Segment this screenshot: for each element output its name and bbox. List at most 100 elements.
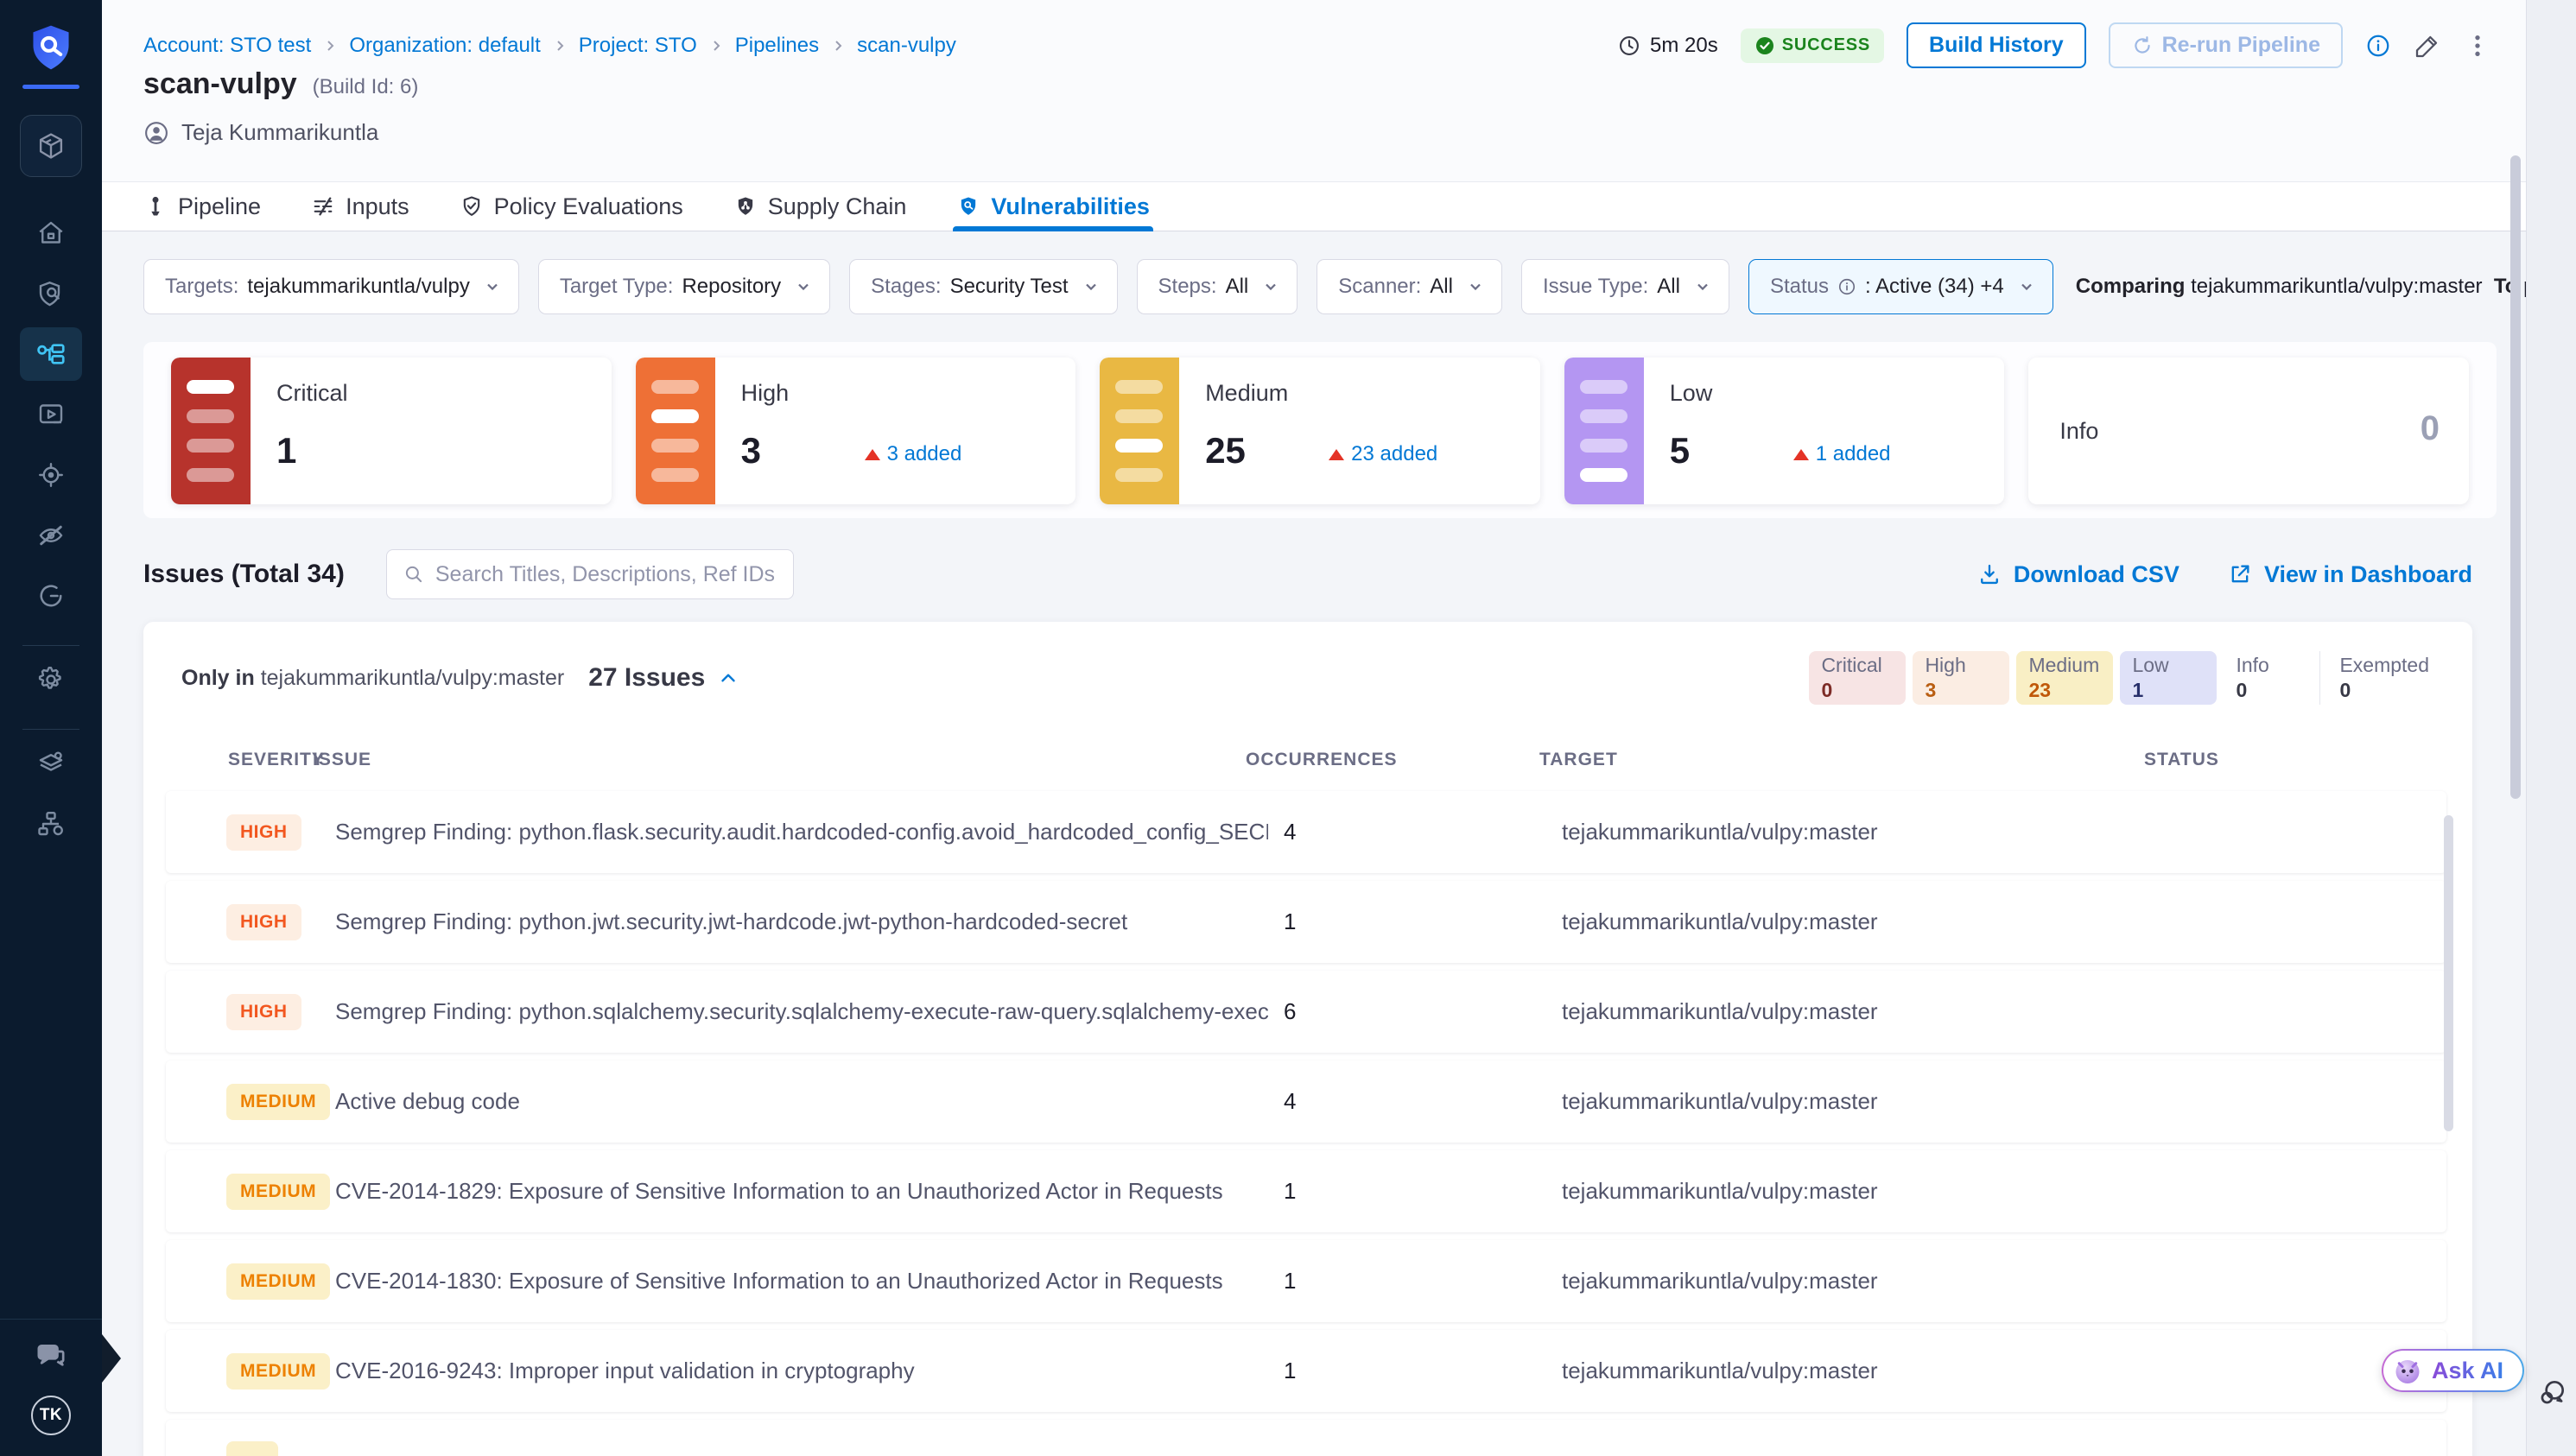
occurrences-value: 1: [1268, 908, 1562, 935]
filter-issue-type[interactable]: Issue Type:All: [1521, 259, 1729, 314]
medium-added: 23 added: [1329, 442, 1437, 466]
card-critical: Critical 1: [171, 358, 612, 504]
issue-title: Semgrep Finding: python.sqlalchemy.secur…: [335, 998, 1268, 1025]
triangle-up-icon: [865, 449, 880, 460]
cube-icon: [35, 130, 67, 162]
chevron-down-icon: [1694, 278, 1711, 295]
chip-info[interactable]: Info0: [2224, 651, 2320, 705]
tab-pipeline[interactable]: Pipeline: [143, 182, 261, 231]
filter-status[interactable]: Status : Active (34) +4: [1748, 259, 2053, 314]
search-input[interactable]: [435, 562, 777, 587]
filter-steps[interactable]: Steps:All: [1137, 259, 1298, 314]
eye-off-icon: [35, 520, 67, 551]
view-in-dashboard-link[interactable]: View in Dashboard: [2228, 561, 2472, 588]
user-avatar[interactable]: TK: [31, 1396, 71, 1435]
sidebar-item-targets[interactable]: [20, 448, 82, 502]
chip-low[interactable]: Low1: [2120, 651, 2217, 705]
module-selector-button[interactable]: [20, 115, 82, 177]
edit-pipeline-icon[interactable]: [2414, 32, 2441, 60]
card-medium: Medium 25 23 added: [1100, 358, 1540, 504]
support-chat-icon[interactable]: [2535, 1377, 2568, 1409]
help-chat-icon[interactable]: ?: [34, 1339, 68, 1373]
sidebar-item-governance[interactable]: [20, 797, 82, 851]
pipelines-icon: [35, 338, 67, 370]
more-options-icon[interactable]: [2464, 32, 2491, 60]
severity-badge: HIGH: [226, 904, 301, 940]
issue-title: CVE-2014-1830: Exposure of Sensitive Inf…: [335, 1268, 1268, 1295]
page-header: Account: STO test Organization: default …: [102, 0, 2526, 181]
sidebar-item-baseline[interactable]: [20, 569, 82, 623]
sidebar-item-scans[interactable]: [20, 267, 82, 320]
kebab-menu-icon: [2464, 32, 2491, 60]
issue-row[interactable]: MEDIUM CVE-2014-1829: Exposure of Sensit…: [166, 1150, 2446, 1232]
right-gutter: [2526, 0, 2576, 1456]
issues-search[interactable]: [386, 549, 794, 599]
sidebar-expand-handle[interactable]: [102, 1334, 121, 1383]
issues-list-scrollbar[interactable]: [2444, 815, 2453, 1131]
pipeline-tab-icon: [143, 194, 168, 218]
info-count: 0: [2421, 409, 2440, 448]
rerun-pipeline-button[interactable]: Re-run Pipeline: [2109, 22, 2343, 68]
issue-row[interactable]: MEDIUM Active debug code 4 tejakummariku…: [166, 1060, 2446, 1143]
filter-targets[interactable]: Targets:tejakummarikuntla/vulpy: [143, 259, 519, 314]
breadcrumb: Account: STO test Organization: default …: [143, 34, 956, 58]
ask-ai-button[interactable]: Ask AI: [2382, 1349, 2524, 1392]
chip-medium[interactable]: Medium23: [2016, 651, 2113, 705]
vulnerabilities-content: Targets:tejakummarikuntla/vulpy Target T…: [102, 231, 2526, 1456]
severity-badge: MEDIUM: [226, 1353, 330, 1390]
policy-shield-icon: [460, 194, 484, 218]
sidebar-item-settings[interactable]: [20, 653, 82, 706]
sidebar-item-pipelines[interactable]: [20, 327, 82, 381]
chevron-down-icon: [795, 278, 812, 295]
sidebar-item-exemptions[interactable]: [20, 509, 82, 562]
tab-vulnerabilities[interactable]: Vulnerabilities: [956, 182, 1150, 231]
issue-row-partial[interactable]: [166, 1420, 2446, 1456]
filters-row: Targets:tejakummarikuntla/vulpy Target T…: [143, 259, 2500, 314]
tab-inputs[interactable]: Inputs: [311, 182, 409, 231]
breadcrumb-current[interactable]: scan-vulpy: [857, 34, 956, 58]
severity-badge: HIGH: [226, 994, 301, 1030]
external-link-icon: [2228, 562, 2252, 586]
rerun-info-icon[interactable]: [2365, 33, 2391, 59]
issues-table-header: SEVERITY ISSUE OCCURRENCES TARGET STATUS: [143, 732, 2472, 788]
filter-stages[interactable]: Stages:Security Test: [849, 259, 1117, 314]
tab-supply-chain[interactable]: Supply Chain: [733, 182, 907, 231]
download-csv-link[interactable]: Download CSV: [1977, 561, 2179, 588]
breadcrumb-account[interactable]: Account: STO test: [143, 34, 311, 58]
filter-target-type[interactable]: Target Type:Repository: [538, 259, 830, 314]
issues-count-toggle[interactable]: 27 Issues: [588, 663, 739, 693]
issue-row[interactable]: HIGH Semgrep Finding: python.flask.secur…: [166, 791, 2446, 873]
chevron-down-icon: [484, 278, 501, 295]
issue-row[interactable]: MEDIUM CVE-2014-1830: Exposure of Sensit…: [166, 1240, 2446, 1322]
build-history-button[interactable]: Build History: [1907, 22, 2086, 68]
low-count: 5: [1670, 430, 1690, 472]
page-scrollbar[interactable]: [2510, 155, 2521, 799]
occurrences-value: 4: [1268, 1088, 1562, 1115]
high-added: 3 added: [865, 442, 962, 466]
chevron-right-icon: [831, 39, 845, 53]
chevron-down-icon: [1082, 278, 1100, 295]
filter-scanner[interactable]: Scanner:All: [1317, 259, 1502, 314]
issue-row[interactable]: HIGH Semgrep Finding: python.sqlalchemy.…: [166, 971, 2446, 1053]
executions-icon: [35, 399, 67, 430]
medium-count: 25: [1205, 430, 1246, 472]
chip-exempted[interactable]: Exempted0: [2327, 651, 2441, 705]
chip-high[interactable]: High3: [1913, 651, 2009, 705]
shield-scan-icon: [35, 278, 67, 309]
target-value: tejakummarikuntla/vulpy:master: [1562, 1268, 2167, 1295]
breadcrumb-pipelines[interactable]: Pipelines: [735, 34, 819, 58]
issue-row[interactable]: MEDIUM CVE-2016-9243: Improper input val…: [166, 1330, 2446, 1412]
breadcrumb-org[interactable]: Organization: default: [349, 34, 540, 58]
search-icon: [403, 563, 425, 586]
chip-critical[interactable]: Critical0: [1809, 651, 1906, 705]
home-icon: [35, 218, 67, 249]
breadcrumb-project[interactable]: Project: STO: [579, 34, 697, 58]
sidebar-item-default-settings[interactable]: [20, 737, 82, 790]
issue-row[interactable]: HIGH Semgrep Finding: python.jwt.securit…: [166, 881, 2446, 963]
issue-title: Semgrep Finding: python.jwt.security.jwt…: [335, 908, 1268, 935]
issue-title: CVE-2016-9243: Improper input validation…: [335, 1358, 1268, 1384]
sidebar-item-executions[interactable]: [20, 388, 82, 441]
tab-policy-evaluations[interactable]: Policy Evaluations: [460, 182, 683, 231]
sidebar-item-home[interactable]: [20, 206, 82, 260]
occurrences-value: 4: [1268, 819, 1562, 845]
